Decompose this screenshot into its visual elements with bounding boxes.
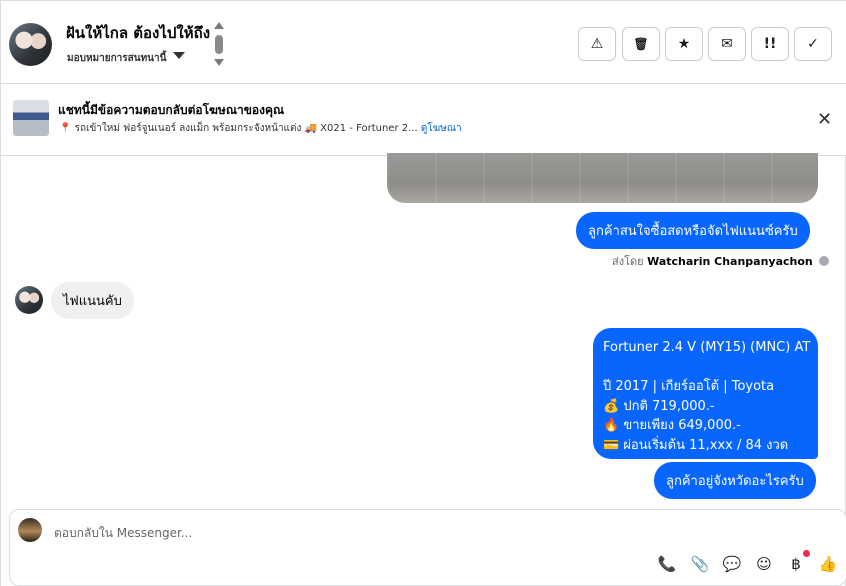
mark-unread-button[interactable]: ✉ <box>708 27 746 61</box>
view-ad-link[interactable]: ดูโฆษณา <box>421 123 462 134</box>
scrollbar-thumb[interactable] <box>215 35 223 54</box>
image-message[interactable] <box>387 153 818 203</box>
call-add-icon[interactable]: 📞 <box>656 553 678 575</box>
star-icon: ★ <box>677 36 691 52</box>
star-button[interactable]: ★ <box>665 27 703 61</box>
message-composer: ตอบกลับใน Messenger... 📞 📎 💬 ☺ ฿ 👍 <box>9 509 846 586</box>
ad-description: 📍 รถเข้าใหม่ ฟอร์จูนเนอร์ ลงแม็ก พร้อมกร… <box>59 123 418 134</box>
envelope-icon: ✉ <box>721 36 733 52</box>
attachment-icon[interactable]: 📎 <box>689 553 711 575</box>
check-icon: ✓ <box>807 36 819 52</box>
contact-avatar-small[interactable] <box>15 286 43 314</box>
ad-banner-subtitle: 📍 รถเข้าใหม่ ฟอร์จูนเนอร์ ลงแม็ก พร้อมกร… <box>59 121 462 136</box>
listing-line <box>603 358 808 378</box>
listing-line: 💰 ปกติ 719,000.- <box>603 398 715 414</box>
assign-dropdown-caret-icon[interactable] <box>173 52 185 59</box>
messenger-conversation-panel: ฝันให้ไกล ต้องไปให้ถึง มอบหมายการสนทนานี… <box>0 0 846 586</box>
emoji-icon[interactable]: ☺ <box>753 553 775 575</box>
listing-line: 💳 ผ่อนเริ่มต้น 11,xxx / 84 งวด <box>603 437 789 453</box>
contact-name[interactable]: ฝันให้ไกล ต้องไปให้ถึง <box>66 21 210 45</box>
notification-dot <box>803 550 810 557</box>
page-avatar <box>18 518 42 542</box>
info-icon[interactable] <box>819 256 830 266</box>
incoming-message[interactable]: ไฟแนนคับ <box>51 282 134 319</box>
conversation-header: ฝันให้ไกล ต้องไปให้ถึง มอบหมายการสนทนานี… <box>1 0 846 84</box>
listing-line: ปี 2017 | เกียร์ออโต้ | Toyota <box>603 379 775 394</box>
scroll-up-arrow-icon[interactable] <box>214 22 224 29</box>
listing-line: Fortuner 2.4 V (MY15) (MNC) AT <box>603 340 811 355</box>
close-icon[interactable]: ✕ <box>817 109 832 130</box>
thumbs-up-icon[interactable]: 👍 <box>817 553 839 575</box>
outgoing-message[interactable]: ลูกค้าอยู่จังหวัดอะไรครับ <box>654 462 816 499</box>
follow-up-icon: !! <box>763 36 777 52</box>
mark-done-button[interactable]: ✓ <box>794 27 832 61</box>
ad-thumbnail[interactable] <box>13 100 49 136</box>
sent-by-prefix: ส่งโดย <box>612 255 644 268</box>
outgoing-listing-message[interactable]: Fortuner 2.4 V (MY15) (MNC) AT ปี 2017 |… <box>593 328 818 459</box>
sent-by-label: ส่งโดย Watcharin Chanpanyachon <box>612 252 830 270</box>
report-spam-button[interactable]: ⚠ <box>578 27 616 61</box>
ad-reply-banner: แชทนี้มีข้อความตอบกลับต่อโฆษณาของคุณ 📍 ร… <box>1 84 846 156</box>
delete-button[interactable]: 🗑 <box>622 27 660 61</box>
listing-line: 🔥 ขายเพียง 649,000.- <box>603 418 741 433</box>
assign-conversation-label[interactable]: มอบหมายการสนทนานี้ <box>67 51 166 66</box>
message-input[interactable]: ตอบกลับใน Messenger... <box>54 524 192 543</box>
follow-up-button[interactable]: !! <box>751 27 789 61</box>
chat-bubble-icon[interactable]: 💬 <box>721 553 743 575</box>
sender-name: Watcharin Chanpanyachon <box>647 255 813 268</box>
outgoing-message[interactable]: ลูกค้าสนใจซื้อสดหรือจัดไฟแนนซ์ครับ <box>576 212 810 249</box>
contact-avatar[interactable] <box>9 23 52 66</box>
ad-banner-title: แชทนี้มีข้อความตอบกลับต่อโฆษณาของคุณ <box>58 103 285 117</box>
scroll-down-arrow-icon[interactable] <box>214 59 224 66</box>
warning-icon: ⚠ <box>590 36 604 52</box>
trash-icon: 🗑 <box>633 37 649 51</box>
